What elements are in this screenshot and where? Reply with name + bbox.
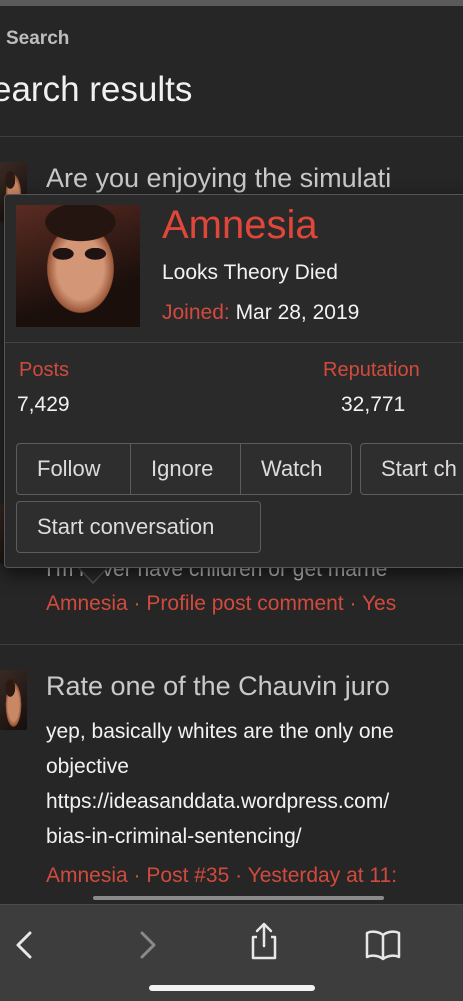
start-chat-button[interactable]: Start ch bbox=[360, 443, 463, 495]
breadcrumb[interactable]: Search bbox=[6, 28, 69, 50]
result-type[interactable]: Post #35 bbox=[146, 864, 229, 887]
divider bbox=[0, 136, 463, 137]
reputation-label: Reputation bbox=[323, 359, 420, 381]
meta-separator: · bbox=[235, 864, 243, 887]
start-conversation-button[interactable]: Start conversation bbox=[16, 501, 261, 553]
reputation-value: 32,771 bbox=[341, 393, 406, 416]
result-date[interactable]: Yes bbox=[362, 592, 396, 615]
follow-button[interactable]: Follow bbox=[16, 443, 131, 495]
result-date[interactable]: Yesterday at 11: bbox=[248, 864, 397, 887]
share-icon[interactable] bbox=[244, 921, 284, 961]
meta-separator: · bbox=[133, 864, 141, 887]
member-joined: Joined: Mar 28, 2019 bbox=[162, 301, 359, 325]
result-title[interactable]: Are you enjoying the simulati bbox=[46, 163, 391, 194]
meta-separator: · bbox=[349, 592, 357, 615]
member-avatar[interactable] bbox=[16, 205, 140, 327]
result-title[interactable]: Rate one of the Chauvin juro bbox=[46, 671, 390, 702]
bookmarks-icon[interactable] bbox=[363, 925, 403, 965]
member-user-title: Looks Theory Died bbox=[162, 261, 338, 284]
result-author-link[interactable]: Amnesia bbox=[46, 864, 128, 887]
member-tooltip: Amnesia Looks Theory Died Joined: Mar 28… bbox=[4, 194, 463, 568]
result-snippet-line: objective bbox=[46, 755, 129, 778]
result-snippet-line: bias-in-criminal-sentencing/ bbox=[46, 825, 302, 848]
meta-separator: · bbox=[133, 592, 141, 615]
scrollbar[interactable] bbox=[93, 896, 384, 900]
avatar[interactable] bbox=[0, 670, 27, 730]
joined-date: Mar 28, 2019 bbox=[235, 301, 360, 324]
joined-label: Joined: bbox=[162, 301, 230, 324]
back-icon[interactable] bbox=[6, 925, 46, 965]
result-type: Profile post comment bbox=[146, 592, 344, 615]
result-meta: Amnesia · Post #35 · Yesterday at 11: bbox=[46, 864, 397, 888]
status-bar-edge bbox=[0, 0, 463, 6]
result-snippet-line: https://ideasanddata.wordpress.com/ bbox=[46, 790, 390, 813]
forward-icon[interactable] bbox=[126, 925, 166, 965]
divider bbox=[5, 342, 463, 343]
page-title: earch results bbox=[0, 70, 193, 109]
result-author-link[interactable]: Amnesia bbox=[46, 592, 128, 615]
posts-value[interactable]: 7,429 bbox=[17, 393, 70, 417]
watch-button[interactable]: Watch bbox=[240, 443, 352, 495]
ignore-button[interactable]: Ignore bbox=[130, 443, 241, 495]
member-name[interactable]: Amnesia bbox=[162, 203, 318, 248]
home-indicator[interactable] bbox=[149, 985, 315, 991]
posts-label: Posts bbox=[19, 359, 70, 381]
result-meta: Amnesia · Profile post comment · Yes bbox=[46, 592, 396, 616]
result-snippet-line: yep, basically whites are the only one bbox=[46, 720, 394, 743]
divider bbox=[0, 644, 463, 645]
